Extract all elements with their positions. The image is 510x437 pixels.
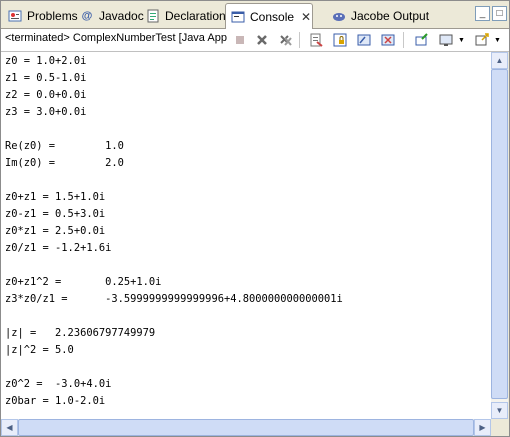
console-status-label: <terminated> ComplexNumberTest [Java App…	[5, 32, 227, 44]
scroll-right-icon[interactable]: ▶	[474, 419, 491, 436]
console-output[interactable]: z0 = 1.0+2.0i z1 = 0.5-1.0i z2 = 0.0+0.0i z…	[1, 52, 491, 419]
chevron-down-icon[interactable]: ▼	[489, 32, 506, 48]
view-tab-strip: Problems @ Javadoc Declaration Console ✕…	[1, 1, 509, 29]
open-console-icon[interactable]	[473, 32, 490, 48]
tab-console-label: Console	[250, 9, 295, 24]
scroll-up-icon[interactable]: ▲	[491, 52, 508, 69]
tab-jacobe-output-label: Jacobe Output	[351, 8, 430, 23]
tab-javadoc[interactable]: @ Javadoc	[75, 4, 144, 27]
chevron-down-icon[interactable]: ▼	[453, 32, 470, 48]
at-icon: @	[81, 9, 93, 22]
minimize-button[interactable]: _	[475, 6, 490, 21]
remove-all-terminated-icon[interactable]	[277, 32, 294, 48]
console-line: z0*z1 = 2.5+0.0i	[5, 225, 106, 237]
toolbar-separator	[403, 32, 404, 48]
console-line: z0-z1 = 0.5+3.0i	[5, 208, 106, 220]
scroll-left-icon[interactable]: ◀	[1, 419, 18, 436]
remove-launch-icon[interactable]	[253, 32, 270, 48]
maximize-button[interactable]: □	[492, 6, 507, 21]
pin-console-icon[interactable]	[413, 32, 430, 48]
problems-icon	[7, 8, 23, 24]
tab-declaration-label: Declaration	[165, 8, 226, 23]
console-toolbar: <terminated> ComplexNumberTest [Java App…	[1, 29, 509, 52]
console-line: z0+z1 = 1.5+1.0i	[5, 191, 106, 203]
display-selected-console-icon[interactable]	[437, 32, 454, 48]
tab-problems-label: Problems	[27, 8, 78, 23]
scrollbar-corner	[491, 419, 508, 436]
console-line: z0^2 = -3.0+4.0i	[5, 378, 112, 390]
console-line: z0+z1^2 = 0.25+1.0i	[5, 276, 162, 288]
tab-console[interactable]: Console ✕	[225, 3, 314, 29]
show-console-stdout-icon[interactable]	[355, 32, 372, 48]
tab-problems[interactable]: Problems	[3, 4, 78, 27]
console-line: Re(z0) = 1.0	[5, 140, 124, 152]
clear-console-icon[interactable]	[307, 32, 324, 48]
scroll-down-icon[interactable]: ▼	[491, 402, 508, 419]
console-text: z0 = 1.0+2.0i z1 = 0.5-1.0i z2 = 0.0+0.0i z…	[1, 52, 491, 410]
horizontal-scrollbar[interactable]: ◀ ▶	[1, 419, 491, 436]
console-line: |z| = 2.23606797749979	[5, 327, 156, 339]
console-line: z0/z1 = -1.2+1.6i	[5, 242, 112, 254]
vertical-scroll-thumb[interactable]	[491, 69, 508, 399]
console-line: z0 = 1.0+2.0i	[5, 55, 87, 67]
console-icon	[230, 9, 246, 25]
declaration-icon	[145, 8, 161, 24]
tab-declaration[interactable]: Declaration	[141, 4, 226, 27]
horizontal-scroll-thumb[interactable]	[18, 419, 474, 436]
console-line: z0bar = 1.0-2.0i	[5, 395, 106, 407]
console-line: Im(z0) = 2.0	[5, 157, 124, 169]
console-line: z3*z0/z1 = -3.5999999999999996+4.8000000…	[5, 293, 343, 305]
jacobe-icon	[331, 8, 347, 24]
console-view: Problems @ Javadoc Declaration Console ✕…	[0, 0, 510, 437]
show-console-stderr-icon[interactable]	[379, 32, 396, 48]
console-line: z1 = 0.5-1.0i	[5, 72, 87, 84]
console-line: |z|^2 = 5.0	[5, 344, 74, 356]
tab-jacobe-output[interactable]: Jacobe Output	[327, 4, 429, 27]
console-line: z3 = 3.0+0.0i	[5, 106, 87, 118]
vertical-scrollbar[interactable]: ▲ ▼	[491, 52, 508, 419]
toolbar-separator	[299, 32, 300, 48]
close-icon[interactable]: ✕	[300, 10, 312, 24]
tab-javadoc-label: Javadoc	[99, 8, 144, 23]
scroll-lock-icon[interactable]	[331, 32, 348, 48]
console-line: z2 = 0.0+0.0i	[5, 89, 87, 101]
terminate-icon[interactable]	[231, 32, 248, 48]
